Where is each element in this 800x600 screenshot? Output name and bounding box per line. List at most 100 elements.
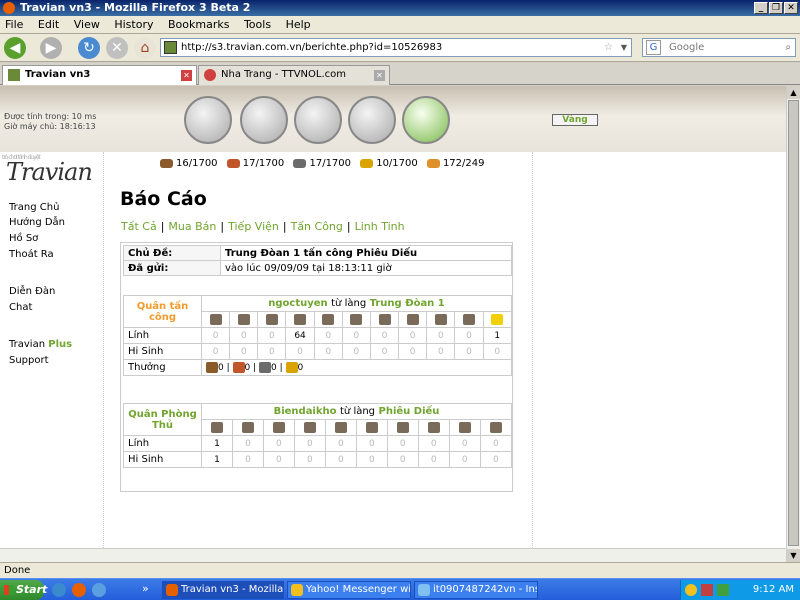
map-icon[interactable]	[294, 96, 342, 144]
window-title: Travian vn3 - Mozilla Firefox 3 Beta 2	[20, 1, 251, 14]
hero-star-icon	[491, 313, 504, 325]
close-tab-icon[interactable]: ✕	[181, 70, 192, 81]
messenger-quicklaunch-icon[interactable]	[92, 583, 106, 597]
attacker-player-link[interactable]: ngoctuyen	[268, 298, 327, 309]
filter-attack-link[interactable]: Tấn Công	[291, 220, 343, 233]
attacker-losses-row: Hi Sinh 0 0 0 0 0 0 0 0 0 0 0	[123, 343, 513, 360]
menu-guide-link[interactable]: Hướng Dẫn	[9, 217, 65, 228]
google-icon[interactable]: G	[646, 40, 661, 55]
menu-logout-link[interactable]: Thoát Ra	[9, 249, 54, 260]
unit-count-cell: 0	[231, 435, 264, 452]
statistics-icon[interactable]	[348, 96, 396, 144]
scroll-thumb[interactable]	[788, 100, 799, 546]
ram-icon	[396, 421, 409, 433]
reload-icon[interactable]: ↻	[78, 37, 100, 59]
resource-consumption: 172/249	[426, 158, 484, 169]
tray-icon[interactable]	[685, 584, 697, 596]
close-window-button[interactable]: ✕	[784, 2, 798, 14]
ie-quicklaunch-icon[interactable]	[52, 583, 66, 597]
losses-label: Hi Sinh	[123, 451, 202, 468]
unit-count-cell: 0	[229, 327, 259, 344]
forward-icon[interactable]: ▶	[40, 37, 62, 59]
close-tab-icon[interactable]: ✕	[374, 70, 385, 81]
unit-icon-cell	[293, 419, 326, 436]
start-button[interactable]: Start	[0, 580, 47, 600]
menu-chat-link[interactable]: Chat	[9, 302, 32, 313]
attacker-units-row: Lính 0 0 0 64 0 0 0 0 0 0 1	[123, 327, 513, 344]
vertical-scrollbar[interactable]: ▲ ▼	[786, 86, 800, 562]
menu-forum-link[interactable]: Diễn Đàn	[9, 286, 55, 297]
bookmark-star-icon[interactable]: ☆	[604, 39, 613, 56]
scroll-down-icon[interactable]: ▼	[787, 549, 800, 562]
unit-loss-cell: 0	[324, 451, 357, 468]
village-overview-icon[interactable]	[184, 96, 232, 144]
back-icon[interactable]: ◀	[4, 37, 26, 59]
firefox-quicklaunch-icon[interactable]	[72, 583, 86, 597]
unit-loss-cell: 0	[454, 343, 484, 360]
task-yahoo[interactable]: Yahoo! Messenger with ...	[287, 581, 411, 599]
menu-tools[interactable]: Tools	[239, 16, 277, 31]
menu-home-link[interactable]: Trang Chủ	[9, 202, 59, 213]
unit-loss-cell: 0	[448, 451, 481, 468]
report-filter-nav: Tất Cả | Mua Bán | Tiếp Viện | Tấn Công | Linh T…	[121, 220, 405, 233]
task-instant-message[interactable]: it0907487242vn - Instan...	[414, 581, 538, 599]
menu-bookmarks[interactable]: Bookmarks	[163, 16, 235, 31]
unit-icon-cell	[257, 311, 287, 328]
unit-loss-cell: 0	[200, 343, 231, 360]
home-icon[interactable]: ⌂	[134, 37, 156, 59]
unit-count-cell: 1	[201, 435, 233, 452]
crop-consumption-icon	[426, 158, 440, 168]
report-subject: Trung Đòan 1 tấn công Phiêu Diếu	[220, 245, 512, 261]
window-titlebar: Travian vn3 - Mozilla Firefox 3 Beta 2 _…	[0, 0, 800, 16]
address-bar[interactable]: http://s3.travian.com.vn/berichte.php?id…	[160, 38, 632, 57]
menu-file[interactable]: File	[0, 16, 29, 31]
unit-icon-cell	[482, 311, 513, 328]
url-dropdown-icon[interactable]: ▼	[621, 39, 627, 56]
units-label: Lính	[123, 327, 202, 344]
chief-icon	[434, 313, 447, 325]
task-firefox[interactable]: Travian vn3 - Mozilla ...	[162, 581, 284, 599]
search-icon[interactable]: ⌕	[785, 39, 791, 56]
search-input[interactable]: G Google ⌕	[642, 38, 796, 57]
bounty-wood: 0	[218, 363, 224, 373]
menu-help[interactable]: Help	[281, 16, 317, 31]
spear-icon	[237, 313, 250, 325]
menu-history[interactable]: History	[109, 16, 159, 31]
tab-travian[interactable]: Travian vn3 ✕	[2, 65, 197, 85]
defender-player-link[interactable]: Biendaikho	[274, 406, 337, 417]
scroll-up-icon[interactable]: ▲	[787, 86, 800, 99]
filter-trade-link[interactable]: Mua Bán	[168, 220, 216, 233]
attacker-village-link[interactable]: Trung Đòan 1	[370, 298, 445, 309]
menu-plus-link[interactable]: Travian Plus	[9, 339, 72, 350]
crop-icon	[360, 158, 374, 168]
menu-edit[interactable]: Edit	[33, 16, 65, 31]
resource-value: 17/1700	[309, 158, 352, 169]
filter-reinforcement-link[interactable]: Tiếp Viện	[228, 220, 279, 233]
menu-support-link[interactable]: Support	[9, 355, 49, 366]
tray-icon[interactable]	[701, 584, 713, 596]
navigation-toolbar: ◀ ▶ ↻ ✕ ⌂ http://s3.travian.com.vn/beric…	[0, 34, 800, 62]
reports-icon[interactable]	[402, 96, 450, 144]
unit-icon-cell	[229, 311, 259, 328]
gold-button[interactable]: Vàng	[552, 114, 598, 126]
quicklaunch-expand-icon[interactable]: »	[142, 582, 149, 595]
menu-profile-link[interactable]: Hồ Sơ	[9, 233, 38, 244]
stop-icon[interactable]: ✕	[106, 37, 128, 59]
filter-misc-link[interactable]: Linh Tinh	[355, 220, 405, 233]
page-title: Báo Cáo	[120, 188, 207, 210]
tab-nhatrang[interactable]: Nha Trang - TTVNOL.com ✕	[198, 65, 390, 85]
defender-village-link[interactable]: Phiêu Diếu	[379, 406, 440, 417]
resource-iron: 17/1700	[293, 158, 351, 169]
tray-icon[interactable]	[717, 584, 729, 596]
maximize-button[interactable]: ❐	[769, 2, 783, 14]
village-center-icon[interactable]	[240, 96, 288, 144]
unit-count-cell: 0	[426, 327, 456, 344]
bounty-iron: 0	[271, 363, 277, 373]
defender-units-row: Lính 1 0 0 0 0 0 0 0 0 0	[123, 435, 513, 452]
horizontal-scrollbar[interactable]	[0, 548, 786, 562]
filter-all-link[interactable]: Tất Cả	[121, 220, 157, 233]
minimize-button[interactable]: _	[754, 2, 768, 14]
menu-view[interactable]: View	[69, 16, 106, 31]
from-village-text: từ làng	[331, 298, 367, 309]
scout-icon	[294, 313, 307, 325]
